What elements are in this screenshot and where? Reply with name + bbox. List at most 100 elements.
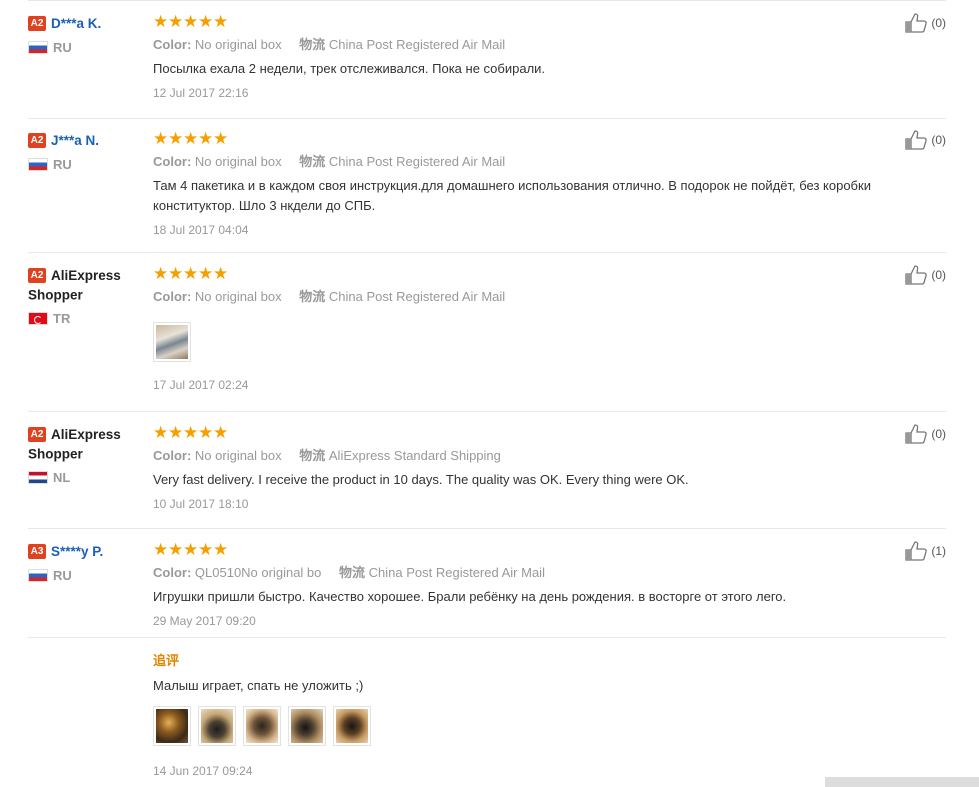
color-label: Color: [153, 154, 192, 169]
reviewer-country: RU [28, 156, 143, 172]
review-content: ★ ★ ★ ★ ★ Color: No original box 物流 China Po… [153, 12, 873, 102]
review-photo[interactable] [198, 706, 236, 746]
russia-flag-icon [28, 40, 48, 54]
review-date: 10 Jul 2017 18:10 [153, 497, 249, 511]
star-rating: ★ ★ ★ ★ ★ [153, 423, 873, 443]
shipping-value: China Post Registered Air Mail [328, 154, 506, 169]
helpful-count: (0) [931, 133, 946, 147]
star-icon: ★ [183, 12, 199, 31]
reviewer-name[interactable]: AliExpress [51, 268, 121, 283]
reviewer-name[interactable]: D***a K. [51, 16, 101, 31]
country-code: RU [53, 39, 72, 55]
level-badge: A2 [28, 133, 46, 149]
country-code: TR [53, 311, 71, 327]
reviewer-country: TR [28, 311, 143, 327]
review-content: ★ ★ ★ ★ ★ Color: No original box 物流 China Po… [153, 264, 873, 394]
review-divider [28, 411, 946, 412]
netherlands-flag-icon [28, 471, 48, 485]
star-icon: ★ [153, 423, 169, 442]
reviewer-country: NL [28, 470, 143, 486]
star-icon: ★ [183, 423, 199, 442]
star-icon: ★ [168, 540, 184, 559]
review-divider [28, 118, 946, 119]
reviewer-name[interactable]: J***a N. [51, 133, 99, 148]
color-value: QL0510No original bo [194, 565, 322, 580]
top-divider [28, 0, 946, 1]
review-photo[interactable] [333, 706, 371, 746]
star-icon: ★ [213, 540, 229, 559]
reviewer-name[interactable]: S****y P. [51, 544, 103, 559]
review-date: 17 Jul 2017 02:24 [153, 378, 249, 392]
reviewer-name-line2[interactable]: Shopper [28, 447, 83, 462]
star-icon: ★ [168, 129, 184, 148]
star-icon: ★ [198, 423, 214, 442]
reviewer-country: RU [28, 39, 143, 55]
review-date: 18 Jul 2017 04:04 [153, 223, 249, 237]
helpful-count: (0) [931, 16, 946, 30]
review-content: ★ ★ ★ ★ ★ Color: No original box 物流 AliExpre… [153, 423, 873, 513]
review-photo[interactable] [243, 706, 281, 746]
russia-flag-icon [28, 157, 48, 171]
review-text: Игрушки пришли быстро. Качество хорошее.… [153, 589, 787, 604]
country-code: NL [53, 470, 71, 486]
color-value: No original box [194, 448, 282, 463]
star-icon: ★ [213, 129, 229, 148]
russia-flag-icon [28, 568, 48, 582]
review-photo[interactable] [153, 706, 191, 746]
thumbs-up-icon [905, 541, 928, 561]
review-date: 12 Jul 2017 22:16 [153, 86, 249, 100]
shipping-label: 物流 [299, 37, 326, 52]
star-icon: ★ [168, 423, 184, 442]
star-icon: ★ [168, 264, 184, 283]
level-badge: A2 [28, 427, 46, 443]
review-content: ★ ★ ★ ★ ★ Color: No original box 物流 China Po… [153, 129, 873, 239]
star-rating: ★ ★ ★ ★ ★ [153, 540, 873, 560]
star-icon: ★ [213, 423, 229, 442]
level-badge: A3 [28, 544, 46, 560]
helpful-count: (0) [931, 268, 946, 282]
review-photos [153, 322, 873, 362]
review-photo[interactable] [153, 322, 191, 362]
reviewer-name-line2[interactable]: Shopper [28, 288, 83, 303]
helpful-button[interactable]: (0) [905, 130, 946, 150]
order-info: Color: No original box 物流 China Post Reg… [153, 153, 873, 171]
review-photo[interactable] [288, 706, 326, 746]
thumbs-up-icon [905, 13, 928, 33]
review-text-line: конституктор. Шло 3 нкдели до СПБ. [153, 198, 376, 213]
scroll-edge [825, 777, 979, 787]
star-icon: ★ [153, 129, 169, 148]
helpful-count: (0) [931, 427, 946, 441]
helpful-button[interactable]: (0) [905, 424, 946, 444]
helpful-button[interactable]: (0) [905, 13, 946, 33]
star-icon: ★ [198, 540, 214, 559]
color-label: Color: [153, 448, 192, 463]
level-badge: A2 [28, 16, 46, 32]
shipping-label: 物流 [299, 289, 326, 304]
review-text: Там 4 пакетика и в каждом своя инструкци… [153, 176, 873, 216]
additional-divider [28, 637, 946, 638]
color-label: Color: [153, 565, 192, 580]
shipping-label: 物流 [299, 154, 326, 169]
color-label: Color: [153, 289, 192, 304]
star-icon: ★ [198, 264, 214, 283]
order-info: Color: No original box 物流 AliExpress Sta… [153, 447, 873, 465]
reviewer-info: A2 AliExpress Shopper TR [28, 266, 143, 327]
order-info: Color: No original box 物流 China Post Reg… [153, 288, 873, 306]
star-icon: ★ [183, 540, 199, 559]
additional-feedback-date: 14 Jun 2017 09:24 [153, 764, 253, 778]
helpful-button[interactable]: (0) [905, 265, 946, 285]
helpful-button[interactable]: (1) [905, 541, 946, 561]
color-label: Color: [153, 37, 192, 52]
country-code: RU [53, 567, 72, 583]
review-content: ★ ★ ★ ★ ★ Color: QL0510No original bo 物流 Chi… [28, 540, 946, 780]
shipping-value: China Post Registered Air Mail [328, 289, 506, 304]
thumbs-up-icon [905, 424, 928, 444]
review-photos [153, 706, 873, 746]
star-icon: ★ [153, 540, 169, 559]
star-rating: ★ ★ ★ ★ ★ [153, 264, 873, 284]
reviewer-name[interactable]: AliExpress [51, 427, 121, 442]
review-date: 29 May 2017 09:20 [153, 614, 256, 628]
shipping-value: China Post Registered Air Mail [368, 565, 545, 580]
reviewer-info: A2 J***a N. RU [28, 131, 143, 172]
star-icon: ★ [183, 129, 199, 148]
